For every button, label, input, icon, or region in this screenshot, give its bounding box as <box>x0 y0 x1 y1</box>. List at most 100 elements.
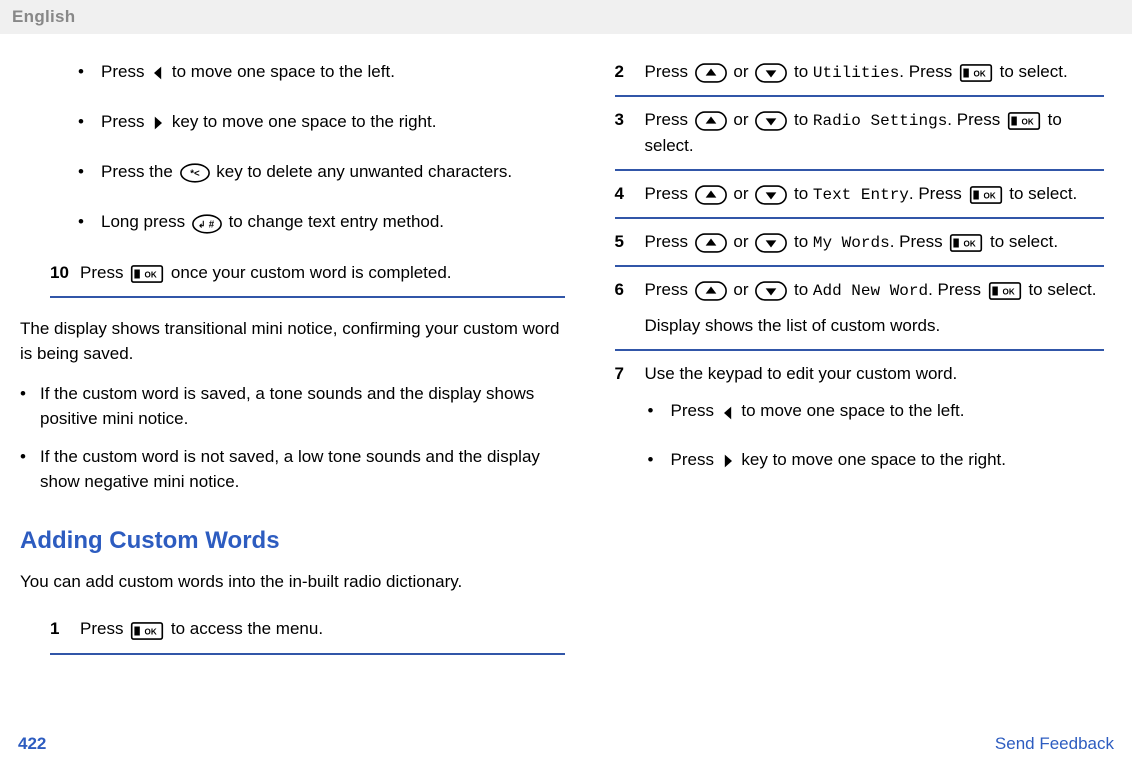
text-segment: Press <box>671 401 719 420</box>
text-segment: Press <box>80 619 128 638</box>
step-body: Press once your custom word is completed… <box>80 260 565 286</box>
step-body: Press or to Add New Word. Press to selec… <box>645 277 1105 339</box>
step-7: 7 Use the keypad to edit your custom wor… <box>615 361 1105 505</box>
text-segment: to select. <box>1005 184 1078 203</box>
transition-text: The display shows transitional mini noti… <box>20 316 565 367</box>
text-segment: Press <box>645 110 693 129</box>
bullet-item-delete-char: Press the key to delete any unwanted cha… <box>75 159 565 185</box>
content-area: Press to move one space to the left. Pre… <box>0 34 1132 731</box>
up-key-icon <box>695 278 727 304</box>
step-4: 4 Press or to Text Entry. Press to selec… <box>615 181 1105 219</box>
step-body: Press or to My Words. Press to select. <box>645 229 1105 255</box>
text-segment: Press the <box>101 162 178 181</box>
bullet-list: Press to move one space to the left. Pre… <box>75 59 565 236</box>
hash-key-icon <box>192 210 222 236</box>
ok-key-icon <box>130 617 164 643</box>
footer: 422 Send Feedback <box>0 725 1132 762</box>
text-segment: to <box>789 62 813 81</box>
down-key-icon <box>755 59 787 85</box>
text-segment: Long press <box>101 212 190 231</box>
section-heading: Adding Custom Words <box>20 523 565 559</box>
text-segment: Press <box>80 263 128 282</box>
step-text: Use the keypad to edit your custom word. <box>645 364 958 383</box>
text-segment: once your custom word is completed. <box>166 263 451 282</box>
down-key-icon <box>755 108 787 134</box>
down-key-icon <box>755 181 787 207</box>
text-segment: to select. <box>985 232 1058 251</box>
ok-key-icon <box>969 181 1003 207</box>
step-number: 3 <box>615 107 645 159</box>
up-key-icon <box>695 181 727 207</box>
step-10: 10 Press once your custom word is comple… <box>50 260 565 298</box>
text-segment: to <box>789 184 813 203</box>
ok-key-icon <box>130 260 164 286</box>
text-segment: Press <box>645 280 693 299</box>
ok-key-icon <box>949 230 983 256</box>
step-number: 2 <box>615 59 645 85</box>
up-key-icon <box>695 230 727 256</box>
text-segment: to access the menu. <box>166 619 323 638</box>
ok-key-icon <box>988 278 1022 304</box>
text-segment: Press <box>671 450 719 469</box>
step-6: 6 Press or to Add New Word. Press to sel… <box>615 277 1105 351</box>
step-3: 3 Press or to Radio Settings. Press to s… <box>615 107 1105 171</box>
text-segment: . Press <box>899 62 957 81</box>
text-segment: . Press <box>928 280 986 299</box>
menu-item-text: My Words <box>813 234 890 252</box>
bullet-item-move-right: Press key to move one space to the right… <box>75 109 565 135</box>
step-number: 4 <box>615 181 645 207</box>
text-segment: . Press <box>909 184 967 203</box>
text-segment: to select. <box>995 62 1068 81</box>
text-segment: Press <box>645 184 693 203</box>
left-column: Press to move one space to the left. Pre… <box>20 34 565 731</box>
text-segment: key to move one space to the right. <box>737 450 1006 469</box>
up-key-icon <box>695 108 727 134</box>
text-segment: key to move one space to the right. <box>167 112 436 131</box>
text-segment: or <box>729 110 754 129</box>
text-segment: or <box>729 280 754 299</box>
step-number: 5 <box>615 229 645 255</box>
text-segment: or <box>729 62 754 81</box>
star-key-icon <box>180 160 210 186</box>
menu-item-text: Utilities <box>813 64 899 82</box>
text-segment: or <box>729 184 754 203</box>
caret-right-icon <box>721 447 735 473</box>
step-body: Press to access the menu. <box>80 616 565 642</box>
text-segment: Press <box>101 62 149 81</box>
sub-bullet-move-right: Press key to move one space to the right… <box>645 447 1105 473</box>
text-segment: or <box>729 232 754 251</box>
text-segment: to select. <box>1024 280 1097 299</box>
bullet-item-move-left: Press to move one space to the left. <box>75 59 565 85</box>
caret-left-icon <box>721 399 735 425</box>
menu-item-text: Add New Word <box>813 282 928 300</box>
text-segment: to <box>789 280 813 299</box>
step-1: 1 Press to access the menu. <box>50 616 565 654</box>
text-segment: . Press <box>890 232 948 251</box>
result-list: If the custom word is saved, a tone soun… <box>20 381 565 495</box>
text-segment: . Press <box>947 110 1005 129</box>
page-number: 422 <box>18 731 46 757</box>
header-language-bar: English <box>0 0 1132 34</box>
result-not-saved: If the custom word is not saved, a low t… <box>20 444 565 495</box>
step-body: Use the keypad to edit your custom word.… <box>645 361 1105 495</box>
step-body: Press or to Radio Settings. Press to sel… <box>645 107 1105 159</box>
caret-right-icon <box>151 110 165 136</box>
text-segment: Press <box>101 112 149 131</box>
text-segment: to <box>789 232 813 251</box>
step-number: 1 <box>50 616 80 642</box>
text-segment: to move one space to the left. <box>167 62 395 81</box>
text-segment: Press <box>645 232 693 251</box>
menu-item-text: Text Entry <box>813 186 909 204</box>
up-key-icon <box>695 59 727 85</box>
text-segment: to move one space to the left. <box>737 401 965 420</box>
ok-key-icon <box>959 59 993 85</box>
down-key-icon <box>755 278 787 304</box>
step-body: Press or to Utilities. Press to select. <box>645 59 1105 85</box>
bullet-item-entry-method: Long press to change text entry method. <box>75 209 565 235</box>
ok-key-icon <box>1007 108 1041 134</box>
send-feedback-link[interactable]: Send Feedback <box>995 731 1114 757</box>
text-segment: key to delete any unwanted characters. <box>212 162 513 181</box>
step-body: Press or to Text Entry. Press to select. <box>645 181 1105 207</box>
down-key-icon <box>755 230 787 256</box>
right-column: 2 Press or to Utilities. Press to select… <box>615 34 1113 731</box>
